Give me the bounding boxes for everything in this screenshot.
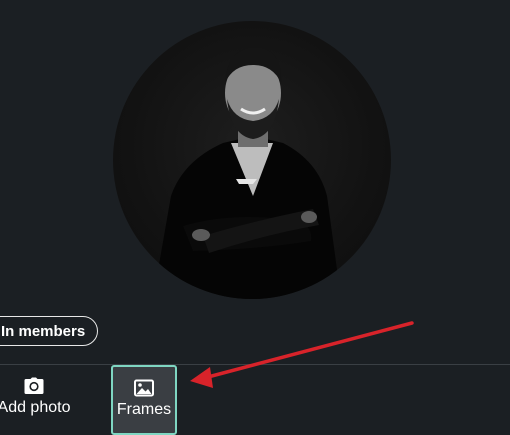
camera-icon — [24, 377, 44, 394]
profile-photo-image — [153, 47, 341, 299]
add-photo-button[interactable]: Add photo — [0, 365, 76, 435]
frames-label: Frames — [116, 401, 172, 418]
image-icon — [134, 379, 154, 397]
profile-photo[interactable] — [113, 21, 391, 299]
frames-button[interactable]: Frames — [111, 365, 177, 435]
add-photo-label: Add photo — [0, 399, 71, 416]
visibility-button[interactable]: In members — [0, 316, 99, 346]
visibility-label: In members — [1, 322, 86, 340]
divider — [0, 364, 510, 365]
